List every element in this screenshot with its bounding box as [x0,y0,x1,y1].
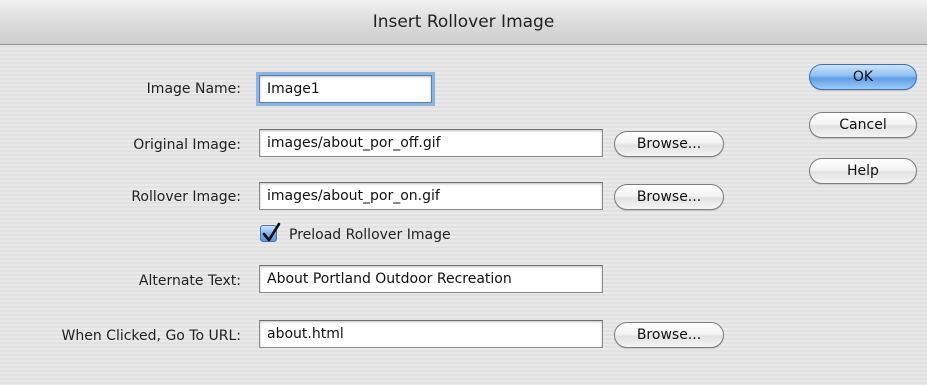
original-image-label: Original Image: [133,137,241,153]
preload-checkbox[interactable] [260,222,281,242]
preload-checkbox-label: Preload Rollover Image [289,227,451,243]
cancel-button[interactable]: Cancel [809,112,917,138]
ok-button[interactable]: OK [809,64,917,90]
image-name-input[interactable] [259,75,432,103]
original-image-browse-button[interactable]: Browse... [614,131,724,157]
alternate-text-input[interactable] [259,265,603,293]
rollover-image-browse-button[interactable]: Browse... [614,184,724,210]
url-input[interactable] [259,320,603,348]
original-image-input[interactable] [259,129,603,157]
dialog-titlebar[interactable]: Insert Rollover Image [0,0,927,45]
dialog-title: Insert Rollover Image [372,12,555,32]
alternate-text-label: Alternate Text: [138,273,241,289]
checkmark-icon [262,222,281,242]
insert-rollover-image-dialog: Insert Rollover Image Image Name: Origin… [0,0,927,385]
help-button[interactable]: Help [809,158,917,184]
rollover-image-input[interactable] [259,182,603,210]
rollover-image-label: Rollover Image: [131,189,241,205]
url-browse-button[interactable]: Browse... [614,322,724,348]
image-name-label: Image Name: [146,81,241,97]
url-label: When Clicked, Go To URL: [61,328,241,344]
